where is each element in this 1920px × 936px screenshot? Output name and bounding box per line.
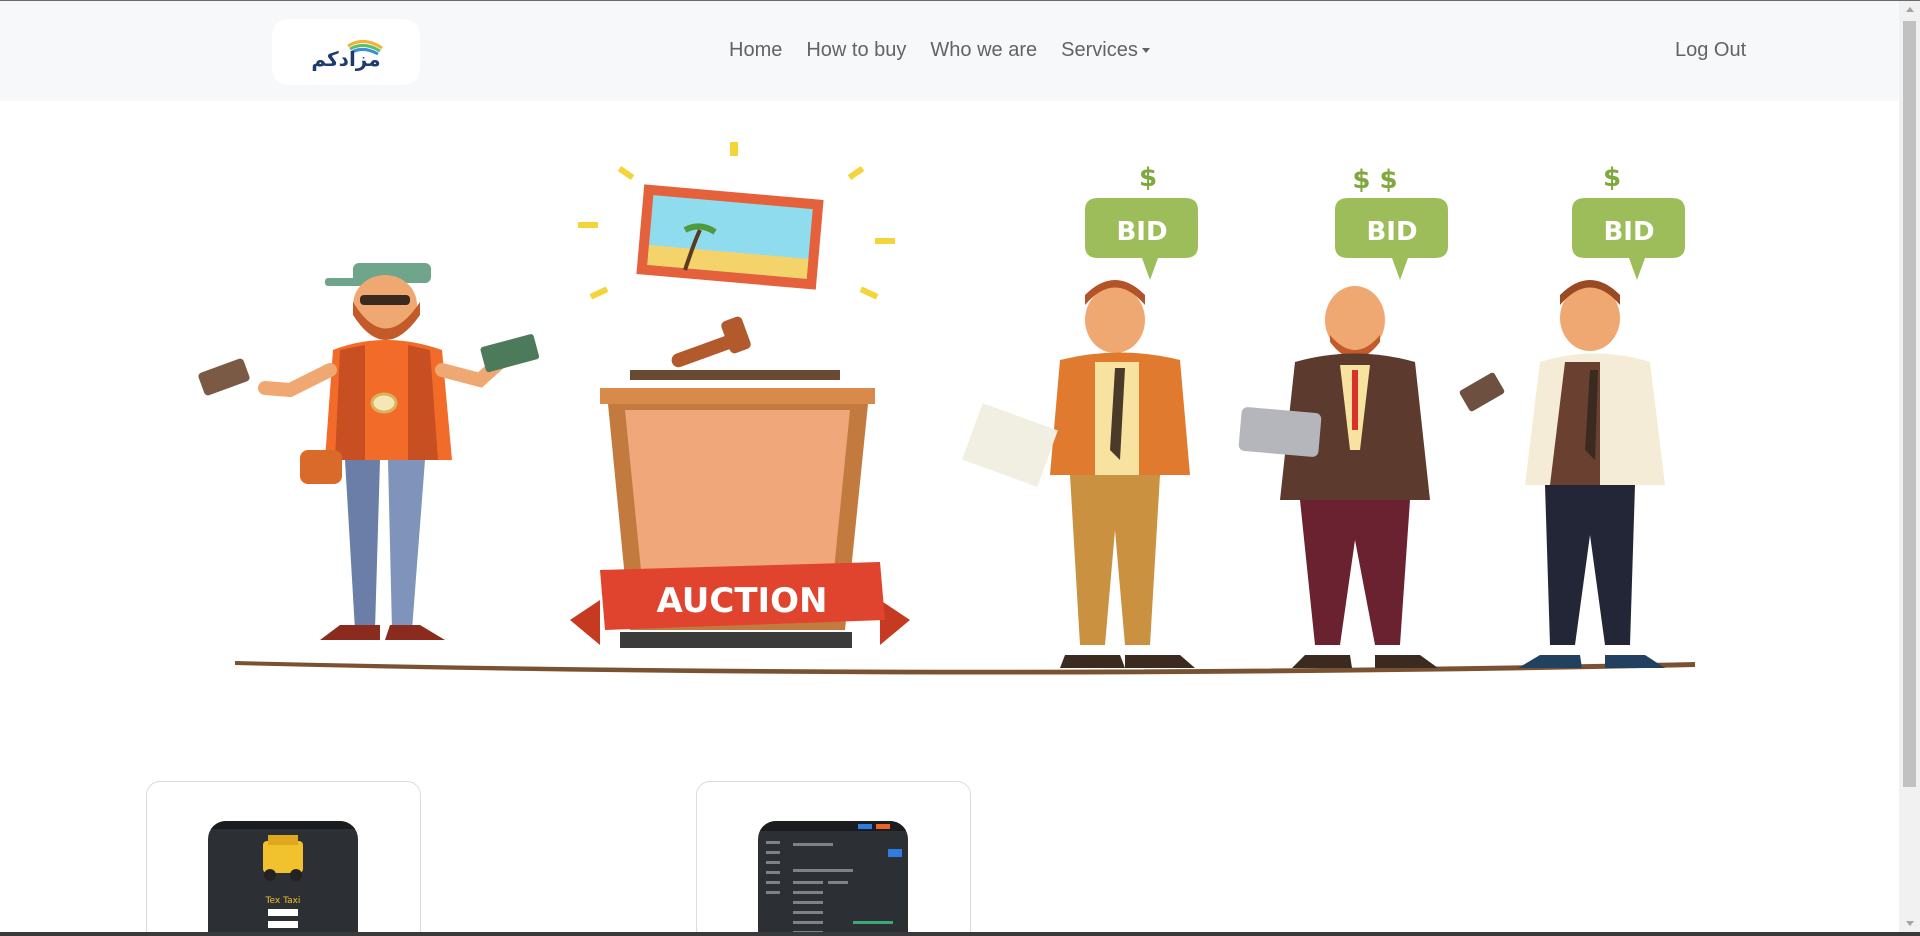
bidder-figure-3: $ BID [1459,163,1685,668]
svg-text:BID: BID [1603,217,1654,247]
window-bottom-border [0,932,1920,936]
scroll-down-button[interactable] [1899,915,1920,932]
svg-text:$: $ [1139,163,1157,193]
auction-card[interactable] [696,781,971,936]
logout-link[interactable]: Log Out [1675,39,1746,62]
svg-text:$: $ [1603,163,1621,193]
svg-text:$ $: $ $ [1352,165,1397,195]
svg-text:مزادكم: مزادكم [311,47,380,71]
ground-shadow [235,661,1695,675]
vertical-scrollbar[interactable] [1899,1,1920,932]
app-screenshot-thumbnail: Tex Taxi [208,821,358,936]
scroll-up-button[interactable] [1899,1,1920,18]
navbar: مزادكم Home How to buy Who we are Servic… [0,1,1899,101]
arrow-up-icon [1905,7,1914,12]
auction-podium: AUCTION [570,142,910,648]
app-screenshot-thumbnail [758,821,908,936]
auction-sign: AUCTION [656,581,827,621]
nav-services-dropdown[interactable]: Services [1061,39,1150,62]
seller-figure [198,263,540,640]
nav-who-we-are-link[interactable]: Who we are [930,39,1037,62]
main-nav: Home How to buy Who we are Services [729,39,1174,62]
bidder-figure-2: $ $ BID [1238,165,1448,668]
nav-services-label: Services [1061,39,1138,61]
chevron-down-icon [1141,48,1150,54]
svg-text:BID: BID [1116,217,1167,247]
svg-text:BID: BID [1366,217,1417,247]
hero-auction-illustration: AUCTION $ BID $ $ BID $ BID [198,142,1695,675]
brand-logo[interactable]: مزادكم [272,19,420,85]
auction-card[interactable]: Tex Taxi [146,781,421,936]
logo-icon: مزادكم [311,40,383,71]
arrow-down-icon [1905,921,1914,926]
scrollbar-thumb[interactable] [1903,21,1916,787]
bidder-figure-1: $ BID [962,163,1198,668]
svg-text:Tex Taxi: Tex Taxi [265,896,301,906]
nav-how-to-buy-link[interactable]: How to buy [806,39,906,62]
nav-home-link[interactable]: Home [729,39,782,62]
